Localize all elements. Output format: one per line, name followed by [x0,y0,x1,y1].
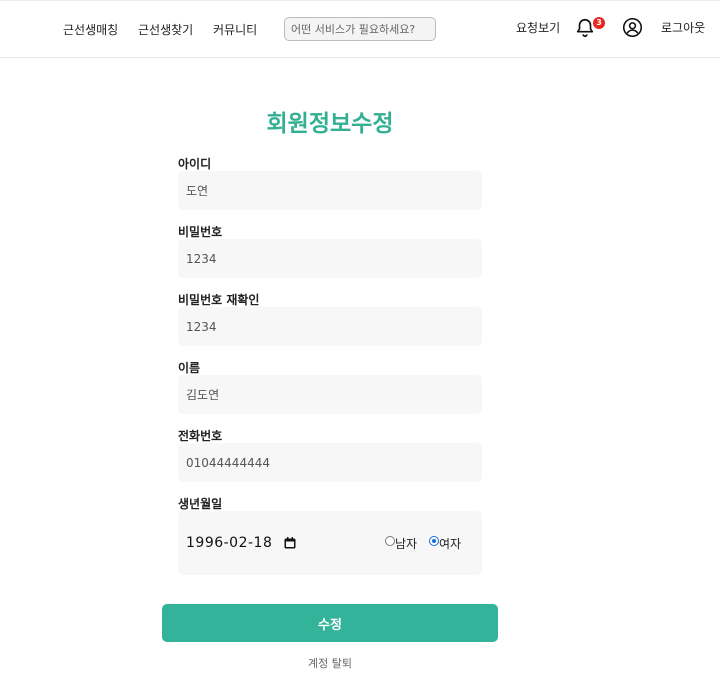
logout-link[interactable]: 로그아웃 [661,19,705,36]
gender-male-label: 남자 [395,537,418,551]
page-title: 회원정보수정 [266,111,394,137]
name-label: 이름 [178,361,201,375]
calendar-icon[interactable] [284,537,296,549]
nav-find-teacher[interactable]: 근선생찾기 [138,21,193,38]
birthdate-input[interactable]: 1996-02-18 [186,535,272,551]
gender-female-label: 여자 [439,537,462,551]
password-confirm-field[interactable] [178,307,482,346]
password-label: 비밀번호 [178,225,223,239]
gender-female-radio[interactable] [429,536,439,546]
top-navigation: 근선생매칭 근선생찾기 커뮤니티 요청보기 3 로그아웃 [0,0,720,58]
id-field[interactable] [178,171,482,210]
password-field[interactable] [178,239,482,278]
submit-button[interactable]: 수정 [162,604,498,642]
notification-badge: 3 [593,17,605,29]
search-input[interactable] [284,17,436,41]
nav-community[interactable]: 커뮤니티 [213,21,257,38]
phone-label: 전화번호 [178,429,223,443]
name-field[interactable] [178,375,482,414]
phone-field[interactable] [178,443,482,482]
birthdate-gender-box: 1996-02-18 남자 여자 [178,511,482,575]
birthdate-label: 생년월일 [178,497,223,511]
withdraw-account-link[interactable]: 계정 탈퇴 [0,655,660,671]
request-view-link[interactable]: 요청보기 [516,19,560,36]
nav-teacher-matching[interactable]: 근선생매칭 [63,21,118,38]
user-circle-icon[interactable] [622,17,643,38]
id-label: 아이디 [178,157,212,171]
gender-male-radio[interactable] [385,536,395,546]
password-confirm-label: 비밀번호 재확인 [178,293,260,307]
